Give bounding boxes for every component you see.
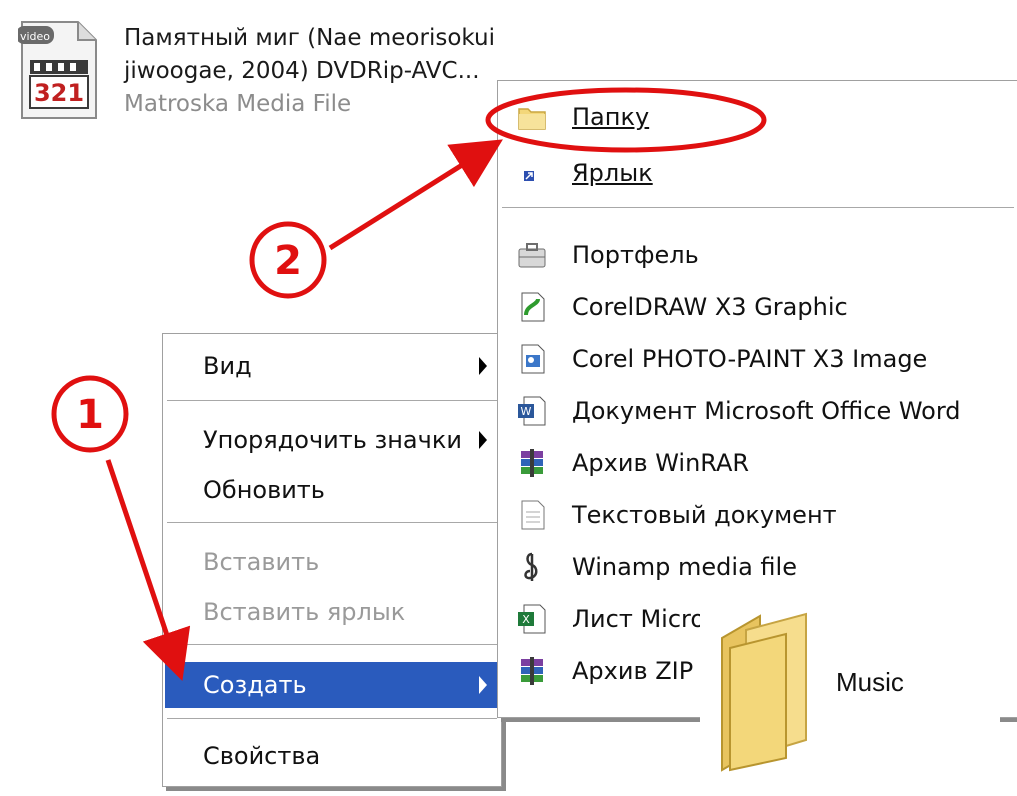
submenu-item-label: Winamp media file (572, 553, 797, 581)
svg-text:video: video (20, 30, 50, 43)
submenu-item-label: Архив ZIP - (572, 657, 710, 685)
menu-item-label: Обновить (203, 476, 325, 504)
menu-item-label: Вставить (203, 548, 320, 576)
submenu-item-label: Документ Microsoft Office Word (572, 397, 961, 425)
word-document-icon: W (516, 395, 548, 427)
file-type: Matroska Media File (124, 91, 352, 117)
text-document-icon (516, 499, 548, 531)
file-name-line1: Памятный миг (Nae meorisokui (124, 25, 495, 51)
menu-item-paste[interactable]: Вставить (165, 540, 499, 584)
menu-separator (167, 718, 497, 720)
submenu-item-coreldraw[interactable]: CorelDRAW X3 Graphic (500, 285, 1016, 329)
submenu-item-briefcase[interactable]: Портфель (500, 233, 1016, 277)
file-label[interactable]: Памятный миг (Nae meorisokui jiwoogae, 2… (124, 22, 504, 121)
submenu-item-label: Лист Micros (572, 605, 718, 633)
menu-item-properties[interactable]: Свойства (165, 734, 499, 778)
media-file-icon-digits: 321 (34, 79, 84, 107)
file-name-line2: jiwoogae, 2004) DVDRip-AVC... (124, 58, 480, 84)
desktop-context-menu: Вид Упорядочить значки Обновить Вставить… (162, 333, 502, 787)
submenu-item-label: Папку (572, 103, 650, 131)
submenu-item-label: Архив WinRAR (572, 449, 750, 477)
submenu-item-folder[interactable]: Папку (500, 95, 1016, 139)
music-folder[interactable]: Music (700, 592, 1000, 792)
menu-item-label: Вид (203, 352, 252, 380)
menu-separator (167, 522, 497, 524)
music-folder-label: Music (836, 667, 904, 697)
menu-separator (167, 644, 497, 646)
menu-item-label: Свойства (203, 742, 321, 770)
submenu-item-word-document[interactable]: W Документ Microsoft Office Word (500, 389, 1016, 433)
menu-item-label: Упорядочить значки (203, 426, 462, 454)
winamp-icon (516, 551, 548, 583)
corel-photopaint-icon (516, 343, 548, 375)
step-2-marker (249, 221, 327, 299)
excel-sheet-icon: X (516, 603, 548, 635)
submenu-item-label: Corel PHOTO-PAINT X3 Image (572, 345, 928, 373)
briefcase-icon (516, 239, 548, 271)
menu-item-view[interactable]: Вид (165, 344, 499, 388)
winrar-icon (516, 447, 548, 479)
svg-text:W: W (521, 405, 532, 418)
step-1-marker (51, 375, 129, 453)
menu-separator (167, 400, 497, 402)
submenu-item-winrar[interactable]: Архив WinRAR (500, 441, 1016, 485)
menu-item-new[interactable]: Создать (165, 662, 499, 708)
submenu-arrow-icon (479, 676, 487, 694)
svg-text:X: X (522, 613, 530, 626)
menu-item-label: Вставить ярлык (203, 598, 406, 626)
step-2-label: 2 (274, 238, 302, 284)
submenu-item-label: Текстовый документ (572, 501, 837, 529)
shortcut-icon (516, 157, 548, 189)
menu-item-arrange-icons[interactable]: Упорядочить значки (165, 418, 499, 462)
submenu-item-winamp[interactable]: Winamp media file (500, 545, 1016, 589)
step-2-arrow (328, 139, 503, 251)
coreldraw-icon (516, 291, 548, 323)
zip-archive-icon (516, 655, 548, 687)
submenu-arrow-icon (479, 357, 487, 375)
submenu-item-corel-photopaint[interactable]: Corel PHOTO-PAINT X3 Image (500, 337, 1016, 381)
menu-item-paste-shortcut[interactable]: Вставить ярлык (165, 590, 499, 634)
step-1-label: 1 (76, 392, 104, 438)
music-folder-icon (721, 612, 807, 772)
submenu-item-label: Портфель (572, 241, 699, 269)
submenu-arrow-icon (479, 431, 487, 449)
submenu-item-text-document[interactable]: Текстовый документ (500, 493, 1016, 537)
media-file-icon[interactable]: video 321 (16, 18, 100, 122)
folder-icon (516, 101, 548, 133)
submenu-item-label: Ярлык (572, 159, 653, 187)
menu-separator (502, 207, 1014, 209)
menu-item-label: Создать (203, 671, 307, 699)
menu-item-refresh[interactable]: Обновить (165, 468, 499, 512)
submenu-item-label: CorelDRAW X3 Graphic (572, 293, 848, 321)
submenu-item-shortcut[interactable]: Ярлык (500, 151, 1016, 195)
